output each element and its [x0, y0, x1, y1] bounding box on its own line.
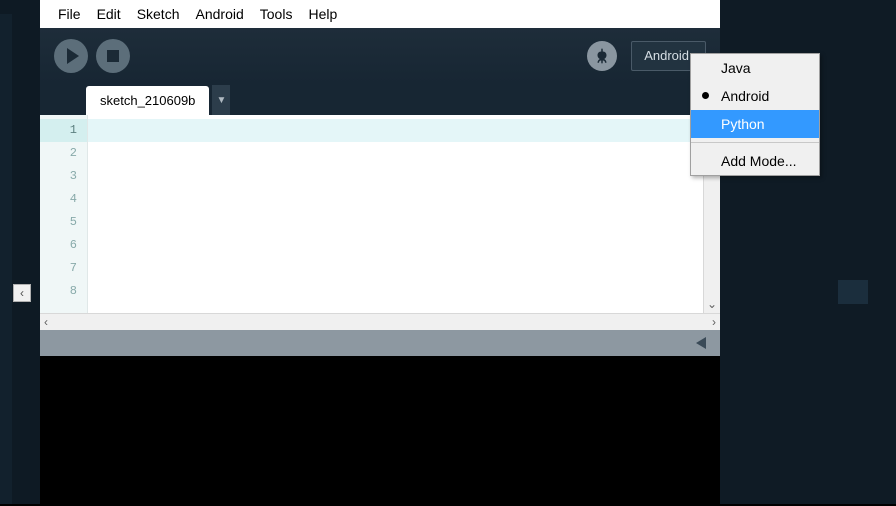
chevron-right-icon: › [712, 315, 716, 329]
chevron-down-icon: ⌄ [704, 297, 720, 311]
butterfly-icon [593, 47, 611, 65]
editor-area: 1 2 3 4 5 6 7 8 ⌄ [40, 115, 720, 313]
line-number: 6 [40, 234, 87, 257]
mode-option-python[interactable]: Python [691, 110, 819, 138]
status-bar [40, 330, 720, 356]
menu-edit[interactable]: Edit [89, 2, 129, 26]
radio-selected-icon [702, 92, 709, 99]
mode-option-label: Android [721, 88, 769, 104]
current-line-highlight [88, 119, 703, 142]
mode-option-label: Add Mode... [721, 153, 797, 169]
mode-option-label: Java [721, 60, 751, 76]
menu-sketch[interactable]: Sketch [129, 2, 188, 26]
line-number: 3 [40, 165, 87, 188]
menu-help[interactable]: Help [300, 2, 345, 26]
menu-separator [691, 142, 819, 143]
horizontal-scrollbar[interactable]: ‹ › [40, 313, 720, 330]
line-number: 4 [40, 188, 87, 211]
stop-button[interactable] [96, 39, 130, 73]
run-button[interactable] [54, 39, 88, 73]
mode-option-java[interactable]: Java [691, 54, 819, 82]
left-scroll-arrow[interactable]: ‹ [13, 284, 31, 302]
mode-label: Android [644, 48, 689, 63]
line-number: 2 [40, 142, 87, 165]
background-right-slit [838, 280, 868, 304]
mode-option-label: Python [721, 116, 765, 132]
menu-tools[interactable]: Tools [252, 2, 301, 26]
line-number: 8 [40, 280, 87, 303]
chevron-left-icon: ‹ [44, 315, 48, 329]
mode-dropdown: Java Android Python Add Mode... [690, 53, 820, 176]
menu-file[interactable]: File [50, 2, 89, 26]
code-editor[interactable] [88, 115, 703, 313]
toolbar: Android [40, 28, 720, 83]
menu-android[interactable]: Android [188, 2, 252, 26]
mode-option-add[interactable]: Add Mode... [691, 147, 819, 175]
sketch-tab[interactable]: sketch_210609b [86, 86, 209, 115]
tab-dropdown[interactable]: ▼ [212, 85, 230, 115]
line-number: 5 [40, 211, 87, 234]
debug-button[interactable] [587, 41, 617, 71]
stop-icon [107, 50, 119, 62]
play-icon [67, 48, 79, 64]
line-number: 7 [40, 257, 87, 280]
mode-option-android[interactable]: Android [691, 82, 819, 110]
console-toggle-icon[interactable] [696, 337, 706, 349]
menubar: File Edit Sketch Android Tools Help [40, 0, 720, 28]
background-left-slit [0, 14, 12, 504]
line-gutter: 1 2 3 4 5 6 7 8 [40, 115, 88, 313]
line-number: 1 [40, 119, 87, 142]
tab-bar: sketch_210609b ▼ [40, 83, 720, 115]
console-panel[interactable] [40, 356, 720, 506]
app-window: File Edit Sketch Android Tools Help Andr… [40, 0, 720, 504]
